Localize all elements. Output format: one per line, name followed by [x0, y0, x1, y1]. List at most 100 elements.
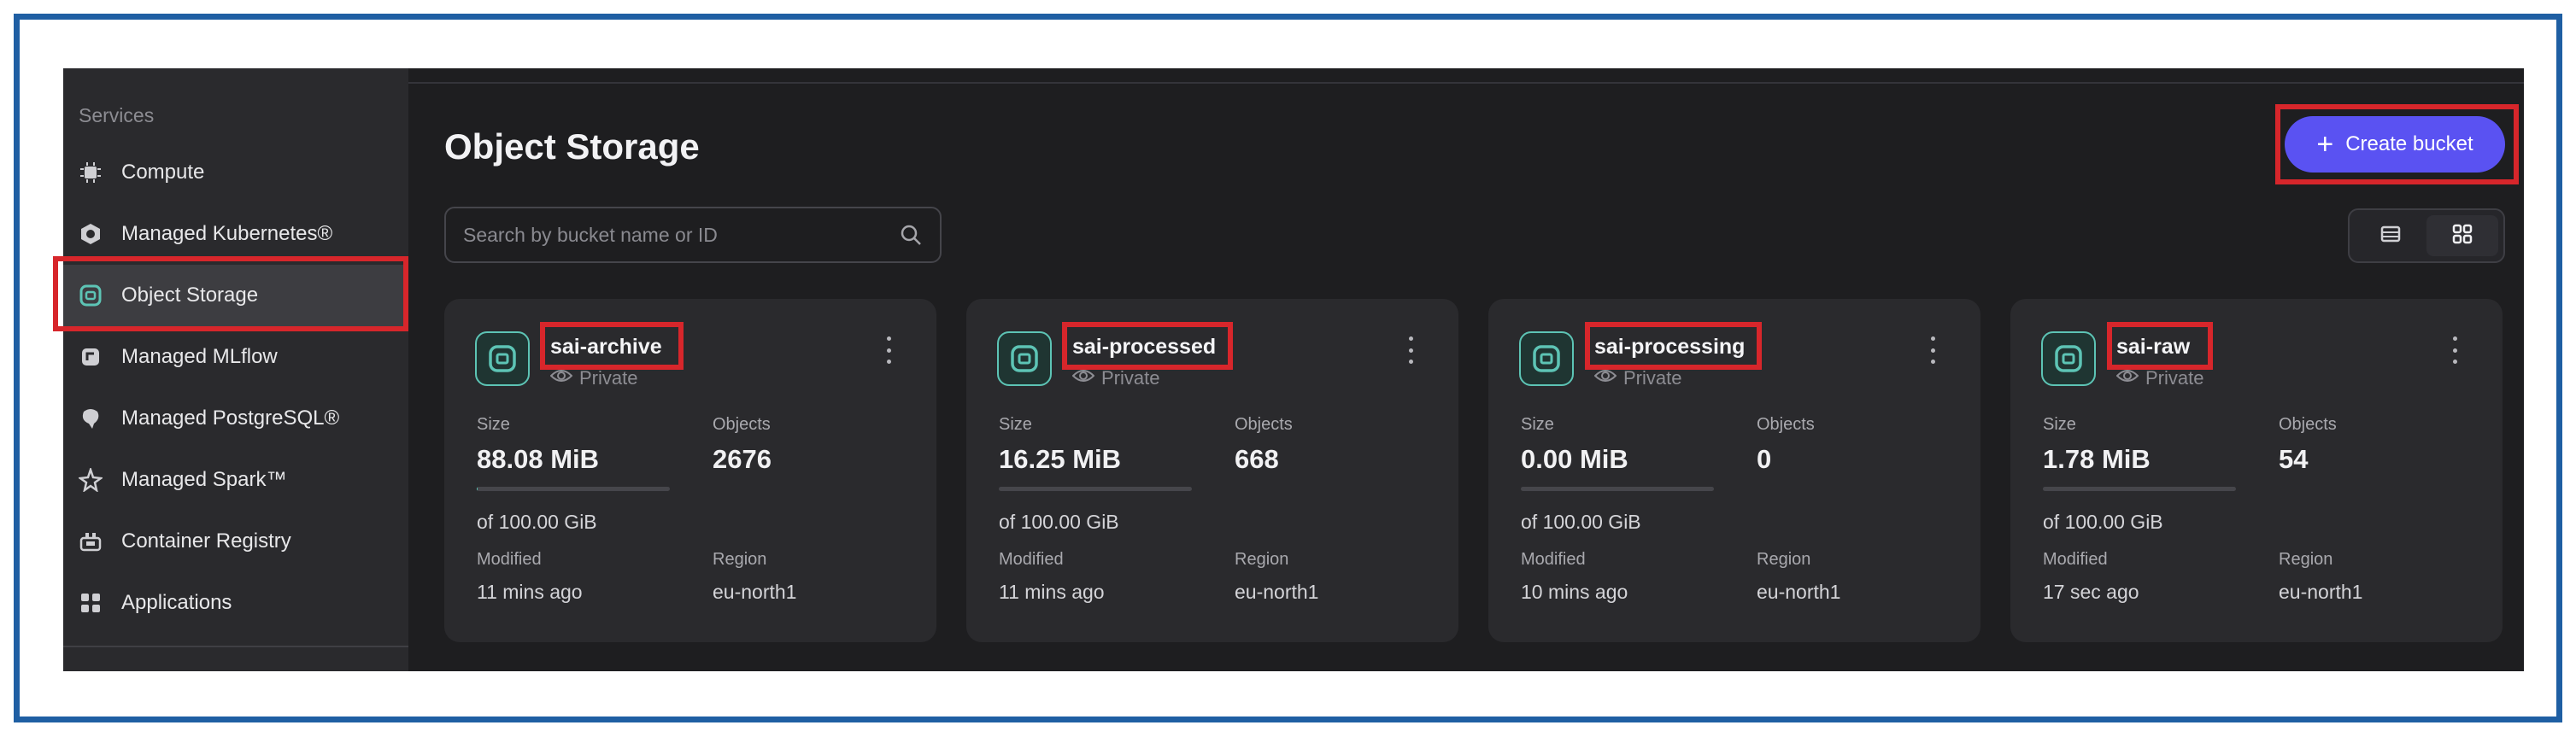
size-value: 88.08 MiB — [477, 444, 600, 474]
sidebar-item-label: Managed Spark™ — [121, 468, 287, 491]
sidebar-item-spark[interactable]: Managed Spark™ — [63, 449, 408, 511]
grid-view-button[interactable] — [2426, 215, 2498, 256]
size-value: 16.25 MiB — [999, 444, 1122, 474]
highlight-box — [53, 256, 408, 331]
sidebar-divider — [63, 646, 408, 647]
size-label: Size — [2043, 415, 2076, 434]
highlight-box — [1585, 322, 1762, 370]
objects-label: Objects — [713, 415, 771, 434]
storage-bucket-icon — [1519, 331, 1574, 386]
size-label: Size — [477, 415, 510, 434]
sidebar: Services Compute Managed Kubernetes® Obj… — [63, 68, 408, 671]
storage-bucket-icon — [997, 331, 1052, 386]
visibility-label: Private — [579, 367, 638, 389]
objects-label: Objects — [1235, 415, 1293, 434]
modified-value: 11 mins ago — [477, 581, 583, 603]
more-options-icon[interactable] — [883, 336, 894, 364]
quota-value: of 100.00 GiB — [477, 511, 597, 533]
modified-label: Modified — [477, 550, 542, 569]
bucket-visibility: Private — [2115, 367, 2204, 389]
bucket-card[interactable]: sai-archive Private Size 88.08 MiB of 10… — [444, 299, 936, 642]
size-label: Size — [1521, 415, 1554, 434]
modified-value: 11 mins ago — [999, 581, 1105, 603]
quota-value: of 100.00 GiB — [1521, 511, 1641, 533]
quota-value: of 100.00 GiB — [999, 511, 1119, 533]
size-value: 0.00 MiB — [1521, 444, 1628, 474]
sidebar-item-applications[interactable]: Applications — [63, 572, 408, 634]
region-value: eu-north1 — [1757, 581, 1841, 603]
sidebar-item-label: Managed PostgreSQL® — [121, 407, 340, 430]
chip-icon — [77, 159, 104, 186]
more-options-icon[interactable] — [1405, 336, 1416, 364]
page-title: Object Storage — [444, 126, 700, 167]
region-value: eu-north1 — [2279, 581, 2363, 603]
objects-value: 668 — [1235, 444, 1279, 474]
modified-label: Modified — [2043, 550, 2108, 569]
kubernetes-icon — [77, 220, 104, 248]
sidebar-item-mlflow[interactable]: Managed MLflow — [63, 326, 408, 388]
sidebar-item-label: Applications — [121, 591, 232, 614]
sidebar-item-container-registry[interactable]: Container Registry — [63, 511, 408, 572]
size-value: 1.78 MiB — [2043, 444, 2151, 474]
list-view-button[interactable] — [2355, 215, 2426, 256]
view-toggle — [2348, 208, 2505, 263]
bucket-visibility: Private — [1071, 367, 1160, 389]
header-divider — [408, 82, 2524, 84]
list-view-icon — [2379, 223, 2402, 249]
eye-icon — [1071, 367, 1095, 389]
highlight-box — [2107, 322, 2213, 370]
sidebar-item-label: Compute — [121, 161, 205, 184]
objects-value: 2676 — [713, 444, 772, 474]
objects-label: Objects — [2279, 415, 2337, 434]
region-value: eu-north1 — [1235, 581, 1319, 603]
objects-label: Objects — [1757, 415, 1815, 434]
region-value: eu-north1 — [713, 581, 797, 603]
mlflow-icon — [77, 343, 104, 371]
applications-grid-icon — [77, 589, 104, 617]
container-registry-icon — [77, 528, 104, 555]
spark-icon — [77, 466, 104, 494]
visibility-label: Private — [1101, 367, 1160, 389]
modified-label: Modified — [999, 550, 1064, 569]
highlight-box — [2275, 104, 2519, 184]
grid-view-icon — [2451, 223, 2473, 249]
region-label: Region — [1757, 550, 1811, 569]
search-box — [444, 207, 942, 263]
modified-label: Modified — [1521, 550, 1586, 569]
highlight-box — [1062, 322, 1233, 370]
search-icon[interactable] — [899, 223, 923, 247]
sidebar-item-label: Container Registry — [121, 529, 291, 553]
region-label: Region — [2279, 550, 2333, 569]
objects-value: 0 — [1757, 444, 1772, 474]
region-label: Region — [1235, 550, 1289, 569]
sidebar-item-postgresql[interactable]: Managed PostgreSQL® — [63, 388, 408, 449]
sidebar-item-label: Managed MLflow — [121, 345, 278, 368]
bucket-card[interactable]: sai-raw Private Size 1.78 MiB of 100.00 … — [2010, 299, 2503, 642]
eye-icon — [549, 367, 573, 389]
quota-value: of 100.00 GiB — [2043, 511, 2163, 533]
storage-bucket-icon — [475, 331, 530, 386]
visibility-label: Private — [2145, 367, 2204, 389]
modified-value: 17 sec ago — [2043, 581, 2139, 603]
usage-progress-bar — [999, 487, 1192, 491]
region-label: Region — [713, 550, 767, 569]
eye-icon — [2115, 367, 2139, 389]
search-input[interactable] — [463, 223, 899, 247]
visibility-label: Private — [1623, 367, 1682, 389]
highlight-box — [540, 322, 684, 370]
usage-progress-bar — [2043, 487, 2236, 491]
sidebar-item-compute[interactable]: Compute — [63, 142, 408, 203]
storage-bucket-icon — [2041, 331, 2096, 386]
more-options-icon[interactable] — [1928, 336, 1938, 364]
bucket-visibility: Private — [1593, 367, 1682, 389]
sidebar-item-label: Managed Kubernetes® — [121, 222, 333, 245]
app-window: Services Compute Managed Kubernetes® Obj… — [63, 68, 2524, 671]
size-label: Size — [999, 415, 1032, 434]
usage-progress-bar — [477, 487, 670, 491]
eye-icon — [1593, 367, 1617, 389]
bucket-visibility: Private — [549, 367, 638, 389]
usage-progress-bar — [1521, 487, 1714, 491]
more-options-icon[interactable] — [2450, 336, 2460, 364]
modified-value: 10 mins ago — [1521, 581, 1628, 603]
sidebar-section-title: Services — [79, 104, 155, 126]
